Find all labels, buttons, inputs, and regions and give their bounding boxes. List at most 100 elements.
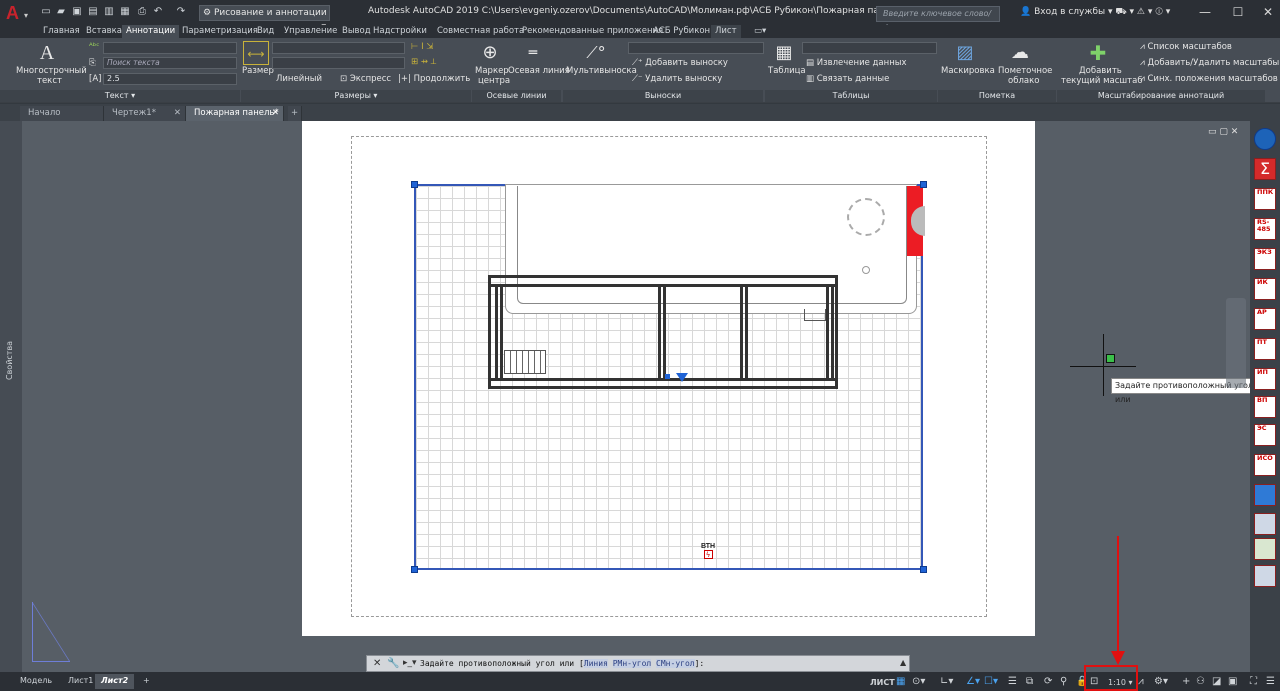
option-rm-corner[interactable]: РМн-угол <box>612 659 652 668</box>
centerline-icon[interactable]: ═ <box>520 41 546 65</box>
add-layout-plus-icon[interactable]: + <box>137 674 156 689</box>
continue-dim-button[interactable]: |+| Продолжить <box>398 74 470 84</box>
ribbon-options-icon[interactable]: ▭▾ <box>750 25 770 38</box>
plus-icon[interactable]: + <box>1182 676 1190 687</box>
publish-icon[interactable]: ▥ <box>103 6 115 18</box>
center-mark-icon[interactable]: ⊕ <box>477 41 503 65</box>
vp-icon[interactable]: ВП <box>1254 396 1276 418</box>
hardware-accel-icon[interactable]: ⚇ <box>1196 676 1205 687</box>
dim-layer-combo[interactable] <box>272 57 405 69</box>
wipeout-icon[interactable]: ▨ <box>952 41 978 65</box>
dim-tools-icons-2[interactable]: ⊞ ⇸ ⟂ <box>411 57 436 67</box>
tab-manage[interactable]: Управление <box>280 25 341 38</box>
paper-space-toggle[interactable]: ЛИСТ <box>870 677 895 688</box>
viewport-grip[interactable] <box>920 566 927 573</box>
autoscale-icon[interactable]: ⩘ <box>1138 676 1144 687</box>
redo-icon[interactable]: ↷ <box>175 6 187 18</box>
ar-icon[interactable]: АР <box>1254 308 1276 330</box>
option-sm-corner[interactable]: СМн-угол <box>656 659 695 668</box>
annotation-scaling-footer[interactable]: Масштабирование аннотаций <box>1057 90 1265 102</box>
navigation-bar[interactable] <box>1226 298 1246 388</box>
properties-strip[interactable] <box>0 121 22 672</box>
dim-tools-icons[interactable]: ⊢ I ⇲ <box>411 42 433 52</box>
tab-insert[interactable]: Вставка <box>82 25 126 38</box>
tab-featured-apps[interactable]: Рекомендованные приложения <box>518 25 667 38</box>
remove-leader-button[interactable]: ⟋⁻ Удалить выноску <box>632 74 722 84</box>
tab-collaborate[interactable]: Совместная работа <box>433 25 528 38</box>
close-icon[interactable]: ✕ <box>1258 4 1278 20</box>
minimize-icon[interactable]: — <box>1195 4 1215 20</box>
document-icon[interactable] <box>1254 484 1276 506</box>
application-menu-button[interactable]: A ▾ <box>2 2 32 24</box>
refresh-icon[interactable] <box>1254 565 1276 587</box>
sync-scales-button[interactable]: ⩘ Синх. положения масштабов <box>1140 74 1278 84</box>
tab-home[interactable]: Главная <box>39 25 84 38</box>
tab-sheet1[interactable]: Лист1 <box>62 674 99 689</box>
edit-icon[interactable] <box>1254 538 1276 560</box>
ekz-icon[interactable]: ЭКЗ <box>1254 248 1276 270</box>
data-extraction-button[interactable]: ▤ Извлечение данных <box>806 58 907 68</box>
close-icon[interactable]: ✕ <box>373 658 381 669</box>
dimension-icon[interactable]: ⟷ <box>243 41 269 65</box>
open-folder-icon[interactable]: ▰ <box>55 6 67 18</box>
leaders-panel-footer[interactable]: Выноски <box>563 90 763 102</box>
find-text-icon[interactable]: ⎘ <box>89 58 96 68</box>
scale-list-button[interactable]: ⩘ Список масштабов <box>1140 42 1232 52</box>
tab-parametric[interactable]: Параметризация <box>178 25 262 38</box>
es-icon[interactable]: ЭС <box>1254 424 1276 446</box>
tool-icon[interactable] <box>1254 513 1276 535</box>
find-text-input[interactable]: Поиск текста <box>103 57 237 69</box>
new-tab-plus-icon[interactable]: + <box>288 106 302 121</box>
osnap-icon[interactable]: ☐▾ <box>984 676 998 687</box>
tables-panel-footer[interactable]: Таблицы <box>765 90 937 102</box>
search-input[interactable]: Введите ключевое слово/фразу <box>876 6 1000 32</box>
doc-tab-fire-panel[interactable]: Пожарная панель* ✕ <box>186 106 284 121</box>
tab-layout[interactable]: Лист <box>711 25 741 38</box>
isolate-icon[interactable]: ◪ <box>1212 676 1221 687</box>
multiline-text-icon[interactable]: A <box>34 41 60 65</box>
workspace-dropdown[interactable]: ⚙ Рисование и аннотации▾ <box>199 5 330 32</box>
text-height-input[interactable]: 2.5 <box>103 73 237 85</box>
selection-cycling-icon[interactable]: ⟳ <box>1044 676 1052 687</box>
gear-icon[interactable]: ⚙▾ <box>1154 676 1168 687</box>
linear-dim-button[interactable]: Линейный <box>276 74 322 84</box>
fullscreen-icon[interactable]: ⛶ <box>1250 676 1257 687</box>
ppk-icon[interactable]: ППК <box>1254 188 1276 210</box>
transparency-icon[interactable]: ⧉ <box>1026 676 1033 687</box>
tab-addins[interactable]: Надстройки <box>369 25 431 38</box>
dimensions-panel-footer[interactable]: Размеры ▾ <box>241 90 471 102</box>
globe-icon[interactable] <box>1254 128 1276 150</box>
iso-icon[interactable]: ИСО <box>1254 454 1276 476</box>
ip-icon[interactable]: ИП <box>1254 368 1276 390</box>
lineweight-icon[interactable]: ☰ <box>1008 676 1017 687</box>
doc-tab-drawing1[interactable]: Чертеж1* ✕ <box>104 106 186 121</box>
tab-sheet2[interactable]: Лист2 <box>95 674 135 689</box>
add-remove-scales-button[interactable]: ⩘ Добавить/Удалить масштабы <box>1140 58 1279 68</box>
doc-tab-start[interactable]: Начало <box>20 106 104 121</box>
selection-grip[interactable] <box>665 374 670 379</box>
dim-style-combo[interactable] <box>272 42 405 54</box>
viewport-grip[interactable] <box>411 566 418 573</box>
grid-icon[interactable]: ▦ <box>896 676 905 687</box>
customize-menu-icon[interactable]: ☰ <box>1266 676 1275 687</box>
close-icon[interactable]: ✕ <box>272 106 279 120</box>
option-line[interactable]: Линия <box>583 659 608 668</box>
text-panel-footer[interactable]: Текст ▾ <box>0 90 240 102</box>
grip-arrow-icon[interactable] <box>676 373 688 382</box>
multileader-icon[interactable]: ⟋° <box>583 41 609 65</box>
command-history-icon[interactable]: ▲ <box>900 658 906 667</box>
rs485-icon[interactable]: RS-485 <box>1254 218 1276 240</box>
save-as-icon[interactable]: ▤ <box>87 6 99 18</box>
undo-icon[interactable]: ↶ <box>152 6 164 18</box>
add-current-scale-icon[interactable]: ✚ <box>1085 41 1111 65</box>
markup-panel-footer[interactable]: Пометка <box>938 90 1056 102</box>
viewport-controls-icon[interactable]: ▭ ▢ ✕ <box>1208 127 1238 137</box>
sigma-icon[interactable]: Σ <box>1254 158 1276 180</box>
revision-cloud-icon[interactable]: ☁ <box>1007 41 1033 65</box>
link-data-button[interactable]: ▥ Связать данные <box>806 74 889 84</box>
plot-icon[interactable]: ▦ <box>119 6 131 18</box>
spell-check-icon[interactable]: ᴬᵇᶜ <box>89 42 99 52</box>
signin-button[interactable]: 👤 Вход в службы ▾ ⛟ ▾ ⚠ ▾ ⓘ ▾ <box>1020 7 1170 18</box>
maximize-icon[interactable]: ☐ <box>1228 4 1248 20</box>
tab-model[interactable]: Модель <box>14 674 58 689</box>
